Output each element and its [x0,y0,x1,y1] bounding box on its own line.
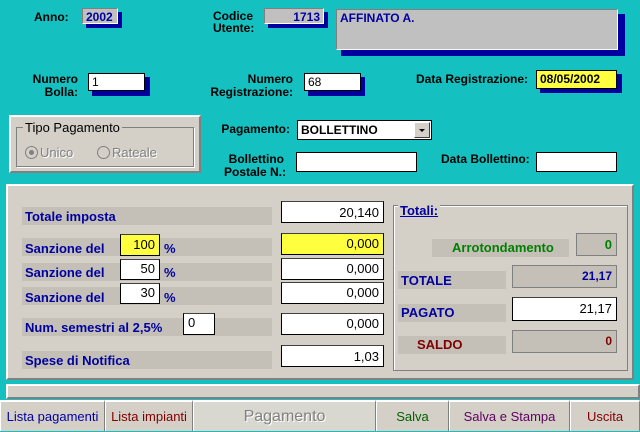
tab-lista-pagamenti[interactable]: Lista pagamenti [0,400,105,431]
pagamento-label: Pagamento: [221,122,290,136]
numero-reg-label-2: Registrazione: [210,85,293,99]
tipo-pagamento-group: Tipo Pagamento Unico Rateale [9,115,201,173]
sanzione-1-percent-sign: % [164,241,176,256]
totale-label: TOTALE [401,273,452,288]
sanzione-2-percent-input[interactable]: 50 [120,259,160,280]
utente-name-field: AFFINATO A. [336,9,618,50]
chevron-down-icon[interactable] [414,122,430,138]
totale-imposta-value[interactable]: 20,140 [281,201,384,223]
radio-unico[interactable] [25,146,38,159]
radio-unico-label: Unico [40,145,74,160]
semestri-count-input[interactable]: 0 [183,313,215,335]
anno-field: 2002 [82,8,118,24]
pagamento-select[interactable]: BOLLETTINO [297,120,432,140]
totali-title: Totali: [398,203,441,218]
sanzione-2-value[interactable]: 0,000 [281,258,384,280]
sanzione-3-percent-input[interactable]: 30 [120,283,160,304]
pagato-label: PAGATO [401,305,455,320]
sanzione-2-percent-sign: % [164,265,176,280]
saldo-value: 0 [512,330,617,353]
arrotondamento-value: 0 [576,233,617,256]
data-registrazione-input[interactable]: 08/05/2002 [536,70,617,89]
sanzione-3-percent-sign: % [164,290,176,305]
numero-bolla-label-1: Numero [32,72,78,86]
data-bollettino-label: Data Bollettino: [441,152,530,166]
sanzione-1-value[interactable]: 0,000 [281,233,384,255]
arrotondamento-label: Arrotondamento [452,240,554,255]
anno-label: Anno: [34,10,69,24]
numero-bolla-input[interactable]: 1 [88,73,145,91]
spese-notifica-value[interactable]: 1,03 [281,345,384,367]
totale-value: 21,17 [512,265,617,288]
numero-reg-label-1: Numero [247,72,293,86]
codice-utente-field: 1713 [264,8,324,24]
pagato-value[interactable]: 21,17 [512,297,617,321]
utente-label: Utente: [213,21,255,35]
status-bar [6,384,640,399]
semestri-value[interactable]: 0,000 [281,313,384,335]
radio-unico-dot [29,150,34,155]
radio-rateale-label: Rateale [112,145,157,160]
semestri-label: Num. semestri al 2,5% [25,320,163,335]
spese-notifica-label: Spese di Notifica [25,353,130,368]
sanzione-3-value[interactable]: 0,000 [281,282,384,304]
salva-button[interactable]: Salva [376,400,449,431]
sanzione-2-label: Sanzione del [25,265,105,280]
saldo-label: SALDO [417,337,463,352]
tipo-pagamento-title: Tipo Pagamento [23,120,122,135]
bollettino-postale-input[interactable] [296,152,417,172]
pagamento-select-value: BOLLETTINO [301,123,378,137]
bollettino-label-1: Bollettino [228,152,284,166]
tab-lista-impianti[interactable]: Lista impianti [105,400,193,431]
numero-bolla-label-2: Bolla: [44,85,78,99]
sanzione-3-label: Sanzione del [25,290,105,305]
totale-imposta-label: Totale imposta [25,209,116,224]
uscita-button[interactable]: Uscita [570,400,640,431]
sanzione-1-percent-input[interactable]: 100 [120,234,160,256]
numero-registrazione-input[interactable]: 68 [304,73,361,91]
data-bollettino-input[interactable] [536,152,617,172]
data-reg-label: Data Registrazione: [416,72,529,86]
salva-stampa-button[interactable]: Salva e Stampa [449,400,570,431]
tab-pagamento[interactable]: Pagamento [193,400,376,431]
radio-rateale[interactable] [97,146,110,159]
bollettino-label-2: Postale N.: [223,165,286,179]
sanzione-1-label: Sanzione del [25,241,105,256]
